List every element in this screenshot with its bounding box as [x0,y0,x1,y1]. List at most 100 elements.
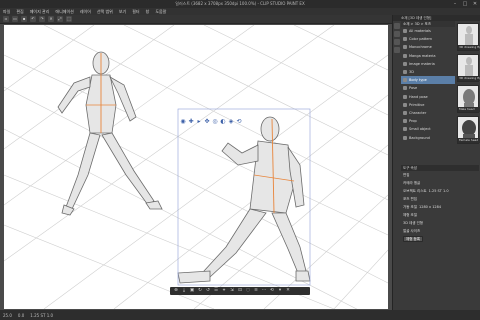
thumb-label: Female head [458,138,480,143]
folder-icon [403,78,407,83]
open-icon[interactable]: ▭ [12,16,18,22]
panel-side-icons [393,21,401,55]
tree-item-all[interactable]: All materials [401,27,455,35]
lock-icon[interactable]: ⊡ [237,288,243,294]
prop-label: 가동 조절 [403,205,417,209]
menu-file[interactable]: 파일 [3,9,10,15]
tree-item-color[interactable]: Color pattern [401,35,455,43]
prop-row[interactable]: 체형 조절 [401,211,479,219]
pan-icon[interactable]: ▸ [196,119,202,125]
tree-label: Hand pose [409,94,428,99]
material-thumb[interactable]: Male head [457,85,480,113]
material-thumb[interactable]: 3D drawing figure [457,54,480,82]
camera-icon[interactable]: ◉ [180,119,186,125]
object-toolbar: ⊕ ⤓ ▣ ↻ ↺ ☰ ⌖ ⇲ ⊡ ◌ ≡ ⋯ ⟲ ▾ ✕ [170,287,310,295]
tree-label: Manga materia [409,53,436,58]
rotate-x-icon[interactable]: ↻ [197,288,203,294]
menu-icon[interactable]: ≡ [253,288,259,294]
prop-row[interactable]: 3D 데생 인형 [401,219,479,227]
3d-figure-2[interactable] [177,116,311,284]
erase-icon[interactable]: ✕ [48,16,54,22]
menu-window[interactable]: 창 [146,9,150,15]
tree-item-3d[interactable]: 3D [401,68,455,76]
3d-scene[interactable] [4,25,388,309]
minimize-button[interactable]: – [452,1,458,7]
save-icon[interactable]: ▪ [21,16,27,22]
tree-item-character[interactable]: Character [401,109,455,117]
rotate-y-icon[interactable]: ↺ [205,288,211,294]
zoom-icon[interactable]: ◎ [212,119,218,125]
prop-label: 체형 조절 [403,213,417,217]
menu-edit[interactable]: 편집 [16,9,23,15]
delete-icon[interactable]: ▾ [277,288,283,294]
menu-page[interactable]: 페이지 관리 [30,9,50,15]
folder-icon [403,119,407,124]
folder-icon [403,61,407,66]
tree-item-mono[interactable]: Monochrome [401,43,455,51]
tree-item-prop[interactable]: Prop [401,117,455,125]
prop-row[interactable]: 얼굴 사이즈 [401,227,479,235]
material-thumb[interactable]: 3D drawing figure [457,23,480,51]
angle-value[interactable]: 0.0 [18,313,24,318]
prop-value: 1280 x 1284 [419,205,442,209]
tree-item-hand-pose[interactable]: Hand pose [401,93,455,101]
zoom-value[interactable]: 25.0 [3,313,12,318]
undo-icon[interactable]: ↶ [30,16,36,22]
rotate-icon[interactable]: ✥ [204,119,210,125]
menu-filter[interactable]: 필터 [132,9,139,15]
search-icon[interactable] [394,39,400,45]
menu-animation[interactable]: 애니메이션 [55,9,73,15]
maximize-button[interactable]: □ [462,1,468,7]
tree-item-image[interactable]: Image materia [401,60,455,68]
tree-label: Body type [409,78,427,83]
pose-icon[interactable]: ⊕ [173,288,179,294]
position-icon[interactable]: ⌖ [221,288,227,294]
move-icon[interactable]: ✚ [188,119,194,125]
menu-view[interactable]: 보기 [119,9,126,15]
tree-item-manga[interactable]: Manga materia [401,52,455,60]
tree-item-pose[interactable]: Pose [401,84,455,92]
material-panel: 소재 [3D 데생 인형] 소재 > 3D > 포즈 All materials… [392,15,480,310]
prop-row[interactable]: 가동 조절 1280 x 1284 [401,203,479,211]
new-icon[interactable]: ▫ [3,16,9,22]
tree-item-body-type[interactable]: Body type [401,76,455,85]
settings-icon[interactable]: ◈ [228,119,234,125]
folder-icon [403,45,407,50]
more-icon[interactable]: ⋯ [261,288,267,294]
menu-help[interactable]: 도움말 [155,9,166,15]
menu-selection[interactable]: 선택 범위 [97,9,113,15]
hide-icon[interactable]: ◌ [245,288,251,294]
scale-icon[interactable]: ⇲ [229,288,235,294]
move-ground-icon[interactable]: ⤓ [181,288,187,294]
list-icon[interactable] [394,47,400,53]
light-icon[interactable]: ◐ [220,119,226,125]
folder-icon[interactable] [394,23,400,29]
menu-layer[interactable]: 레이어 [80,9,91,15]
reset-icon[interactable]: ⟲ [236,119,242,125]
prop-row[interactable]: 오브젝트 리스트 1.25 ST 1.0 [401,187,479,195]
close-icon[interactable]: ✕ [285,288,291,294]
tree-label: All materials [409,29,431,34]
thumb-label: Male head [458,107,480,112]
tree-item-small-object[interactable]: Small object [401,125,455,133]
reset-pose-icon[interactable]: ⟲ [269,288,275,294]
tree-item-primitive[interactable]: Primitive [401,101,455,109]
register-body-button[interactable]: 체형 등록 [403,236,423,242]
preset-icon[interactable]: ☰ [213,288,219,294]
tag-icon[interactable] [394,31,400,37]
prop-row[interactable]: 편집 [401,171,479,179]
3d-figure-1[interactable] [57,51,163,216]
material-thumbnails: 3D drawing figure 3D drawing figure Male… [457,23,480,147]
redo-icon[interactable]: ↷ [39,16,45,22]
prop-label: 포즈 편집 [403,197,417,201]
prop-label: 오브젝트 리스트 [403,189,427,193]
tree-item-background[interactable]: Background [401,133,455,141]
prop-row[interactable]: 카메라 앵글 [401,179,479,187]
prop-row[interactable]: 포즈 편집 [401,195,479,203]
deselect-icon[interactable]: ⬚ [66,16,72,22]
canvas[interactable]: ◉ ✚ ▸ ✥ ◎ ◐ ◈ ⟲ ⊕ ⤓ ▣ ↻ ↺ ☰ ⌖ ⇲ ⊡ ◌ ≡ ⋯ … [4,25,388,309]
transform-icon[interactable]: ⤢ [57,16,63,22]
fit-icon[interactable]: ▣ [189,288,195,294]
close-button[interactable]: ✕ [472,1,478,7]
material-thumb[interactable]: Female head [457,116,480,144]
